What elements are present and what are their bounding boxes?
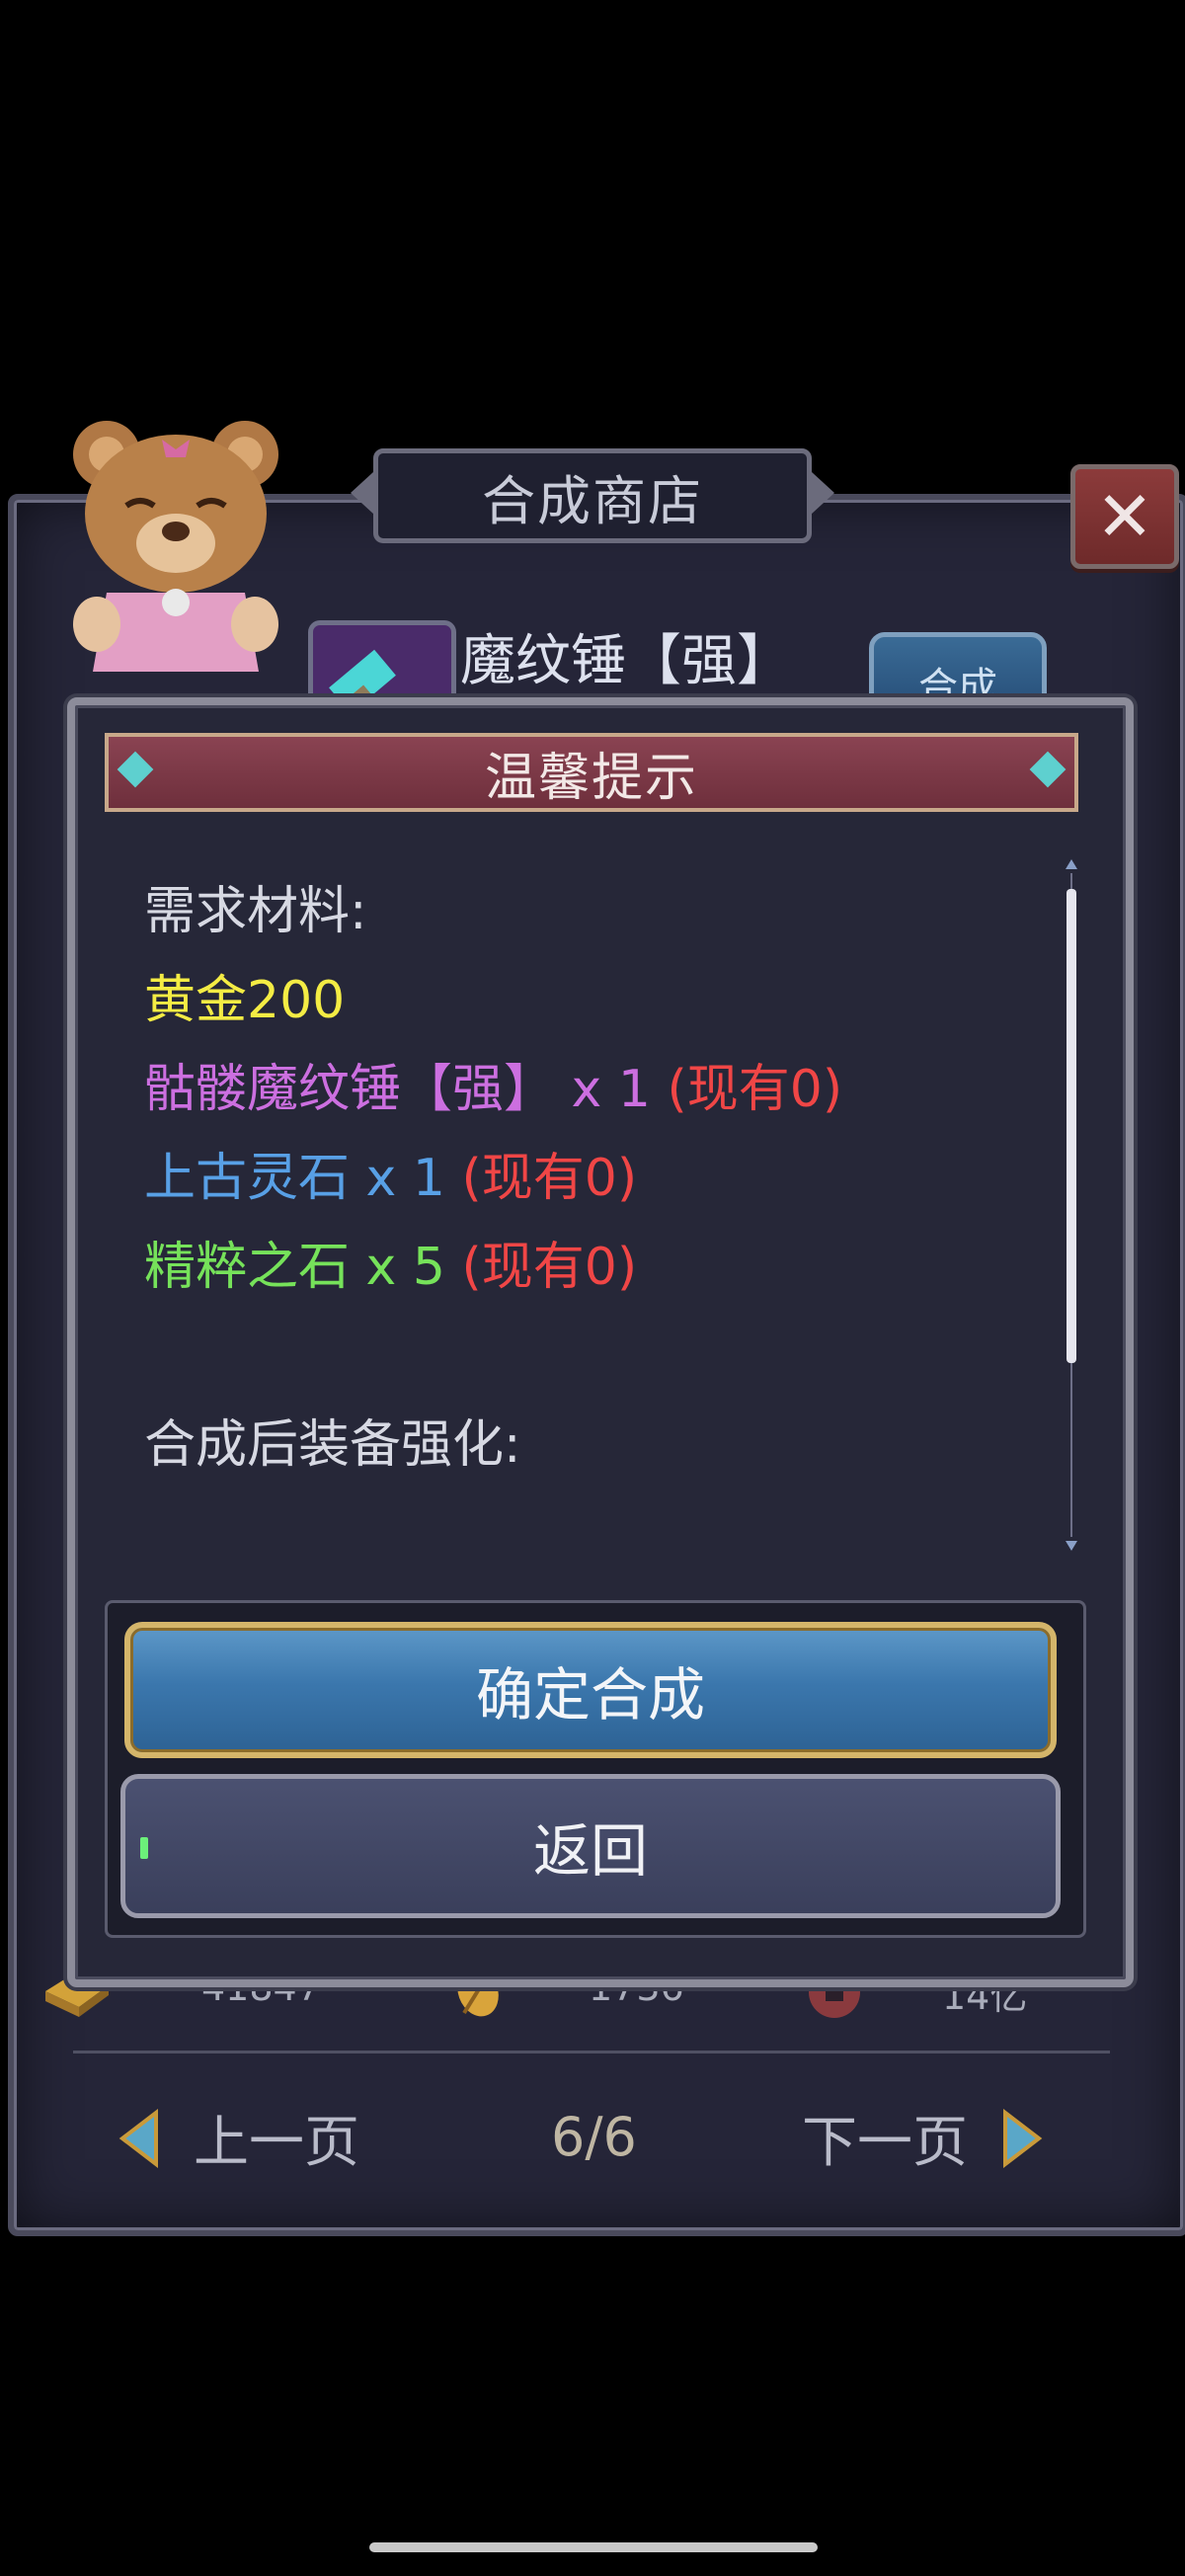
shop-title: 合成商店 <box>351 448 834 543</box>
return-button[interactable]: 返回 <box>120 1774 1061 1918</box>
prev-page-label: 上一页 <box>194 2111 359 2175</box>
prev-page-button[interactable]: 上一页 <box>117 2098 359 2178</box>
close-icon: ✕ <box>1095 476 1154 557</box>
arrow-left-icon <box>118 2108 158 2168</box>
requirements-header: 需求材料: <box>144 882 367 941</box>
material-owned: (现有0) <box>667 1060 843 1119</box>
material-name: 精粹之石 x 5 <box>144 1238 445 1297</box>
next-page-button[interactable]: 下一页 <box>802 2098 1045 2178</box>
next-page-label: 下一页 <box>802 2111 968 2175</box>
scrollbar-thumb[interactable] <box>1066 889 1076 1363</box>
bear-mascot-icon <box>73 421 278 672</box>
home-indicator[interactable] <box>369 2542 818 2552</box>
dialog-header: 温馨提示 <box>105 733 1078 812</box>
material-name: 上古灵石 x 1 <box>144 1149 445 1208</box>
close-button[interactable]: ✕ <box>1070 464 1179 569</box>
gold-requirement: 黄金200 <box>144 971 346 1030</box>
material-name: 骷髅魔纹锤【强】 x 1 <box>144 1060 651 1119</box>
confirm-compose-button[interactable]: 确定合成 <box>124 1622 1057 1758</box>
material-row: 精粹之石 x 5 (现有0) <box>144 1225 637 1299</box>
material-owned: (现有0) <box>461 1238 638 1297</box>
dialog-content: 需求材料: 黄金200 骷髅魔纹锤【强】 x 1 (现有0) 上古灵石 x 1 … <box>144 869 1053 1561</box>
return-label: 返回 <box>532 1817 648 1885</box>
confirm-compose-label: 确定合成 <box>475 1661 705 1729</box>
after-compose-header: 合成后装备强化: <box>144 1415 521 1475</box>
material-row: 上古灵石 x 1 (现有0) <box>144 1136 637 1210</box>
material-row: 骷髅魔纹锤【强】 x 1 (现有0) <box>144 1047 842 1121</box>
arrow-right-icon <box>1003 2108 1043 2168</box>
item-name: 魔纹锤【强】 <box>460 629 792 693</box>
page-indicator: 6/6 <box>551 2106 637 2168</box>
divider <box>73 2051 1110 2053</box>
diamond-right-icon <box>1029 751 1066 788</box>
diamond-left-icon <box>117 751 154 788</box>
material-owned: (现有0) <box>461 1149 638 1208</box>
focus-indicator <box>140 1837 148 1859</box>
shop-title-text: 合成商店 <box>482 469 703 532</box>
dialog-title: 温馨提示 <box>484 748 698 808</box>
